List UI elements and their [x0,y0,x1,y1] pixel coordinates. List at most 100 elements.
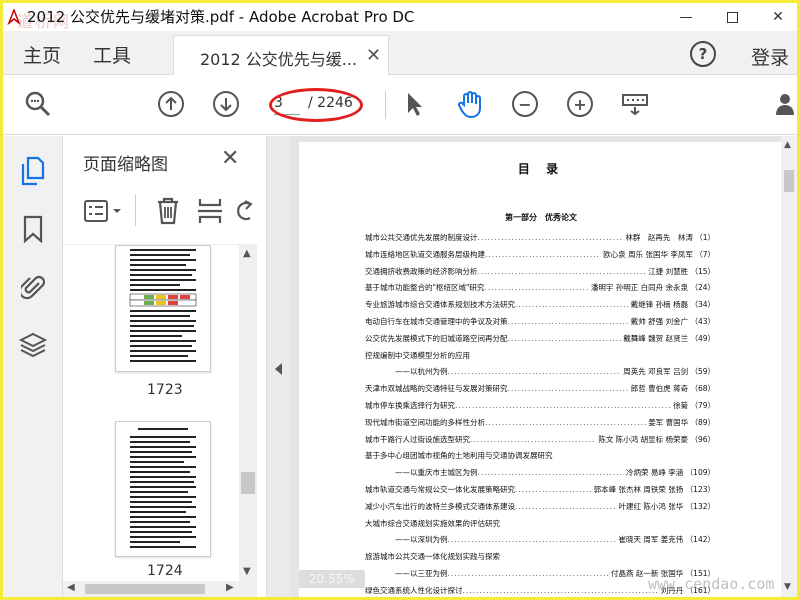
document-vertical-scrollbar[interactable]: ▲ ▼ [781,136,797,597]
toc-entry[interactable]: ——以杭州为例.................................… [365,364,715,381]
thumbnails-pane: 页面缩略图 ✕ 1723 1724 ▲ ▼ ◀ ▶ [63,136,267,597]
toc-entry[interactable]: 城市连絡地区轨道交通服务层级构建........................… [365,247,715,264]
scroll-down-icon[interactable]: ▼ [243,566,251,577]
hand-tool-icon[interactable] [455,89,485,119]
search-zoom-icon[interactable] [23,89,53,119]
toc-entry-title: 天津市双城战略的交通特征与发展对策研究 [365,384,508,394]
scroll-up-icon[interactable]: ▲ [784,140,791,150]
left-nav-rail [3,136,63,597]
toc-entry[interactable]: 减少小汽车出行的波特兰多模式交通体系建设....................… [365,499,715,516]
toc-entry-title: 电动自行车在城市交通管理中的争议及对策 [365,316,508,326]
login-button[interactable]: 登录 [751,43,789,70]
toc-entry-authors-page: 陈文 陈小鸿 胡显标 杨荣豪 （96） [598,434,715,444]
zoom-in-icon[interactable]: + [565,89,595,119]
toc-entry[interactable]: 公交优先发展模式下的旧城道路空间再分配.....................… [365,331,715,348]
attachment-icon[interactable] [19,272,47,302]
help-icon[interactable]: ? [690,41,716,67]
menu-home[interactable]: 主页 [23,41,61,68]
toc-entry[interactable]: 专业旅游城市综合交通体系规划技术方法研究....................… [365,297,715,314]
toc-entry-title: 专业旅游城市综合交通体系规划技术方法研究 [365,300,515,310]
zoom-level-overlay: 20.55% [299,570,365,588]
select-arrow-icon[interactable] [399,89,429,119]
toc-entry-authors-page: 潘明宇 孙明正 白同舟 余永泉 （24） [590,283,715,293]
scrollbar-thumb[interactable] [784,170,794,192]
toc-leader-dots: ........................................… [515,300,629,310]
pdf-page: 目 录 第一部分 优秀论文 城市公共交通优先发展的制度设计...........… [299,142,783,597]
page-down-icon[interactable] [211,89,241,119]
scroll-up-icon[interactable]: ▲ [243,248,251,259]
thumbnail-label: 1723 [147,382,183,398]
scrollbar-thumb[interactable] [85,584,205,594]
toc-entry-title: 城市公共交通优先发展的制度设计 [365,233,478,242]
close-window-button[interactable]: ✕ [755,3,797,31]
document-tab-label: 2012 公交优先与缓... [200,50,358,69]
maximize-button[interactable] [709,3,755,31]
toc-leader-dots: ........................................… [507,384,629,394]
toolbar: 3 / 2246 − + [3,75,797,135]
delete-page-icon[interactable] [155,196,181,230]
toc-entry[interactable]: 现代城市街道空间功能的多样性分析........................… [365,415,715,432]
toc-entry[interactable]: 基于多中心组团城市视角的土地利用与交通协调发展研究 [365,448,715,465]
toc-entry[interactable]: 城市公共交通优先发展的制度设计.........................… [365,230,715,247]
toc-entry[interactable]: 电动自行车在城市交通管理中的争议及对策.....................… [365,314,715,331]
document-tab[interactable]: 2012 公交优先与缓... ✕ [173,35,389,75]
toc-entry[interactable]: 天津市双城战略的交通特征与发展对策研究.....................… [365,381,715,398]
toc-entry-title: 绿色交通系统人性化设计探讨 [365,585,463,595]
toc-entry-title: 城市连絡地区轨道交通服务层级构建 [365,249,485,259]
thumbnail-page[interactable] [115,245,211,372]
toc-entry-authors-page: 戴继锋 孙楠 杨磊 （34） [630,300,715,310]
collapse-arrow-icon [275,363,282,375]
toc-leader-dots: ........................................… [485,417,646,427]
toc-title: 目 录 [517,162,565,176]
layers-icon[interactable] [19,330,47,360]
toc-leader-dots: ........................................… [507,316,629,326]
toc-leader-dots: ........................................… [515,484,592,494]
toc-entry[interactable]: 交通拥挤收费政策的经济影响分析.........................… [365,264,715,281]
toc-section-heading: 第一部分 优秀论文 [505,213,577,222]
zoom-out-icon[interactable]: − [510,89,540,119]
rotate-page-icon[interactable] [235,198,255,228]
toc-entry-authors-page: 周英先 邓良军 吕剑 （59） [623,367,715,377]
page-up-icon[interactable] [156,89,186,119]
title-bar: 道桥网 2012 公交优先与缓堵对策.pdf - Adobe Acrobat P… [3,3,797,31]
thumbnail-options-icon[interactable] [83,198,127,228]
minimize-button[interactable] [663,3,709,31]
scroll-down-icon[interactable]: ▼ [784,582,791,592]
scroll-left-icon[interactable]: ◀ [67,582,75,593]
toc-entry-title: 交通拥挤收费政策的经济影响分析 [365,266,478,276]
toc-entry[interactable]: ——以重庆市主城区为例.............................… [365,465,715,482]
toc-leader-dots: ........................................… [507,333,622,343]
scrollbar-thumb[interactable] [241,472,255,494]
toc-leader-dots: ........................................… [462,585,659,595]
toc-entry-authors-page: 叶建红 陈小鸿 张华 （132） [618,501,715,511]
annotation-oval [269,88,363,122]
toc-list: 城市公共交通优先发展的制度设计.........................… [365,230,715,597]
toc-entry[interactable]: 大城市综合交通规划实施效果的评估研究 [365,516,715,533]
toc-entry[interactable]: 基于城市功能整合的"枢纽区域"研究.......................… [365,280,715,297]
toc-entry[interactable]: ——以深圳为例.................................… [365,532,715,549]
pane-collapse-handle[interactable] [267,136,291,597]
toc-entry[interactable]: 城市干路行人过街设施选型研究..........................… [365,432,715,449]
toc-entry-authors-page: 郭本峰 张杰林 周铁荣 张扬 （123） [593,484,715,494]
scroll-right-icon[interactable]: ▶ [226,582,234,593]
page-thumbnails-icon[interactable] [19,156,47,186]
toc-entry[interactable]: 城市轨道交通与常规公交一体化发展策略研究....................… [365,482,715,499]
thumbnail-page[interactable] [115,421,211,557]
toc-leader-dots: ........................................… [447,367,622,377]
thumbnails-vertical-scrollbar[interactable]: ▲ ▼ [239,244,257,581]
keyboard-icon[interactable] [620,89,650,119]
user-share-icon[interactable] [773,89,797,119]
toc-leader-dots: ........................................… [484,283,589,293]
toc-entry-title: 大城市综合交通规划实施效果的评估研究 [365,518,500,528]
insert-page-icon[interactable] [197,196,223,230]
toc-entry[interactable]: 旅游城市公共交通一体化规划实践与探索 [365,549,715,566]
close-tab-icon[interactable]: ✕ [366,45,381,66]
close-pane-icon[interactable]: ✕ [221,146,239,171]
bookmark-icon[interactable] [19,214,47,244]
toc-entry[interactable]: 控规编制中交通模型分析的应用 [365,348,715,365]
menu-tools[interactable]: 工具 [93,41,131,68]
watermark-bottom-right: www.cendao.com [648,575,775,593]
thumbnails-horizontal-scrollbar[interactable]: ◀ ▶ [63,581,257,597]
thumbnail-label: 1724 [147,563,183,579]
toc-entry[interactable]: 城市停车换乘选择行为研究............................… [365,398,715,415]
